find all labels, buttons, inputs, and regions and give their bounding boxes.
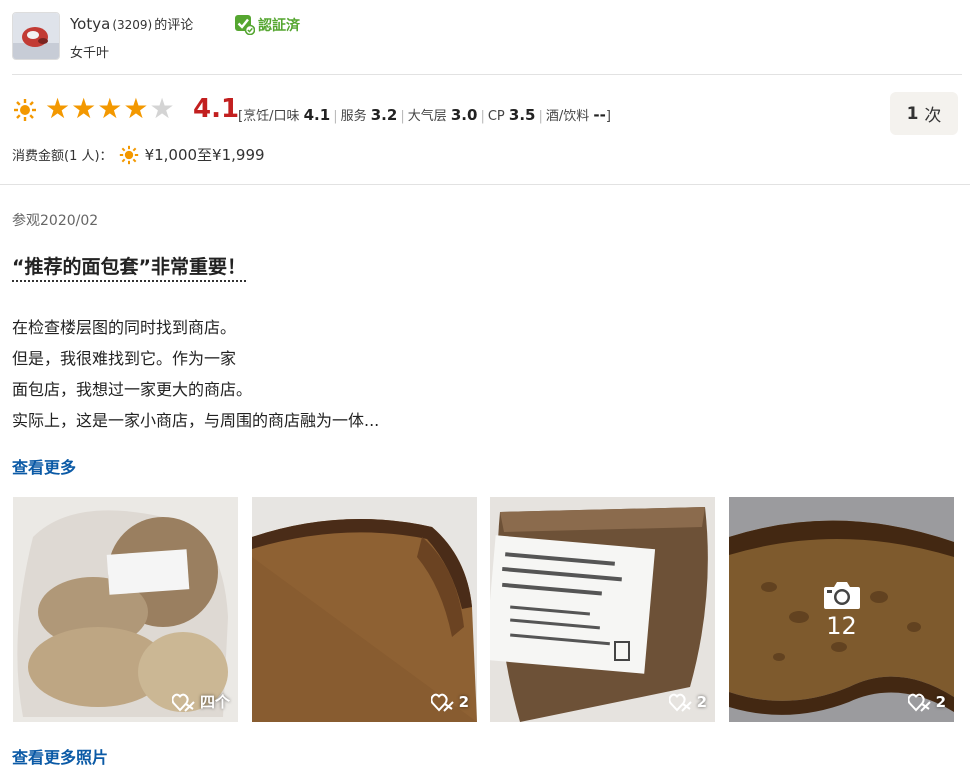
spend-value: ¥1,000至¥1,999 [144, 146, 265, 164]
like-count-value: 四个 [199, 693, 230, 711]
review-title[interactable]: “推荐的面包套”非常重要！ [12, 252, 246, 282]
verified-badge: 認証済 [235, 15, 300, 35]
subscore-cp-value: 3.5 [508, 106, 536, 124]
like-count[interactable]: 四个 [171, 691, 230, 712]
like-count[interactable]: 2 [430, 692, 469, 712]
rating-subscores: [烹饪/口味 4.1 | 服务 3.2 | 大气层 3.0 | CP 3.5 | 酒/饮料 --… [238, 106, 611, 124]
star-filled-icon: ★ [71, 92, 97, 125]
review-photo[interactable]: 四个 [13, 497, 238, 722]
subscore-atmosphere-label: 大气层 [407, 109, 447, 124]
reviewer-avatar[interactable] [12, 12, 60, 60]
close-bracket: ] [605, 109, 611, 124]
dinner-sun-icon [118, 144, 139, 165]
spend-row: 消费金额(1 人)： ¥1,000至¥1,999 [12, 144, 265, 165]
review-body-line: 但是，我很难找到它。作为一家 [12, 349, 237, 368]
read-more-link[interactable]: 查看更多 [12, 454, 76, 478]
subscore-service-value: 3.2 [370, 106, 398, 124]
photo-total-count: 12 [826, 611, 857, 640]
subscore-cp-label: CP [487, 109, 505, 124]
like-count[interactable]: 2 [668, 692, 707, 712]
reviewer-name-suffix: 的评论 [154, 18, 194, 33]
star-filled-icon: ★ [123, 92, 149, 125]
more-photos-link[interactable]: 查看更多照片 [12, 744, 108, 768]
heart-icon [907, 693, 931, 712]
review-count: (3209) [112, 18, 153, 32]
star-filled-icon: ★ [45, 92, 71, 125]
review-body: 在检查楼层图的同时找到商店。 但是，我很难找到它。作为一家 面包店，我想过一家更… [12, 312, 379, 436]
review-body-line: 实际上，这是一家小商店，与周围的商店融为一体... [12, 411, 380, 430]
subscore-service-label: 服务 [340, 109, 367, 124]
like-count-value: 2 [935, 693, 946, 711]
visit-count-badge[interactable]: 1次 [890, 92, 958, 135]
subscore-taste-value: 4.1 [303, 106, 331, 124]
review-body-line: 在检查楼层图的同时找到商店。 [12, 318, 237, 337]
reviewer-name[interactable]: Yotya [70, 15, 110, 33]
review-photo[interactable]: 2 [252, 497, 477, 722]
rating-stars: ★ ★ ★ ★ ★ [45, 94, 175, 124]
like-count[interactable]: 2 [907, 692, 946, 712]
visit-date: 参观2020/02 [12, 213, 99, 229]
heart-icon [171, 693, 195, 712]
divider [0, 184, 970, 185]
visit-unit: 次 [924, 106, 942, 126]
verified-label: 認証済 [258, 18, 300, 34]
star-empty-icon: ★ [149, 92, 175, 125]
divider [12, 74, 962, 75]
like-count-value: 2 [696, 693, 707, 711]
dinner-sun-icon [13, 98, 37, 122]
like-count-value: 2 [458, 693, 469, 711]
subscore-drinks-value: -- [593, 106, 606, 124]
camera-icon [823, 581, 860, 609]
review-photo[interactable]: 12 2 [729, 497, 954, 722]
star-filled-icon: ★ [97, 92, 123, 125]
review-photo[interactable]: 2 [490, 497, 715, 722]
reviewer-profile: 女千叶 [70, 46, 110, 61]
verified-check-icon [235, 15, 255, 35]
heart-icon [430, 693, 454, 712]
review-body-line: 面包店，我想过一家更大的商店。 [12, 380, 253, 399]
subscore-drinks-label: 酒/饮料 [545, 109, 590, 124]
subscore-atmosphere-value: 3.0 [450, 106, 478, 124]
more-photos-overlay[interactable]: 12 [729, 497, 954, 722]
visit-count: 1 [906, 103, 919, 124]
spend-label: 消费金额(1 人)： [12, 149, 113, 164]
heart-icon [668, 693, 692, 712]
subscore-taste-label: 烹饪/口味 [243, 109, 300, 124]
rating-score: 4.1 [193, 94, 240, 124]
reviewer-name-line: Yotya (3209) 的评论 [70, 14, 193, 33]
